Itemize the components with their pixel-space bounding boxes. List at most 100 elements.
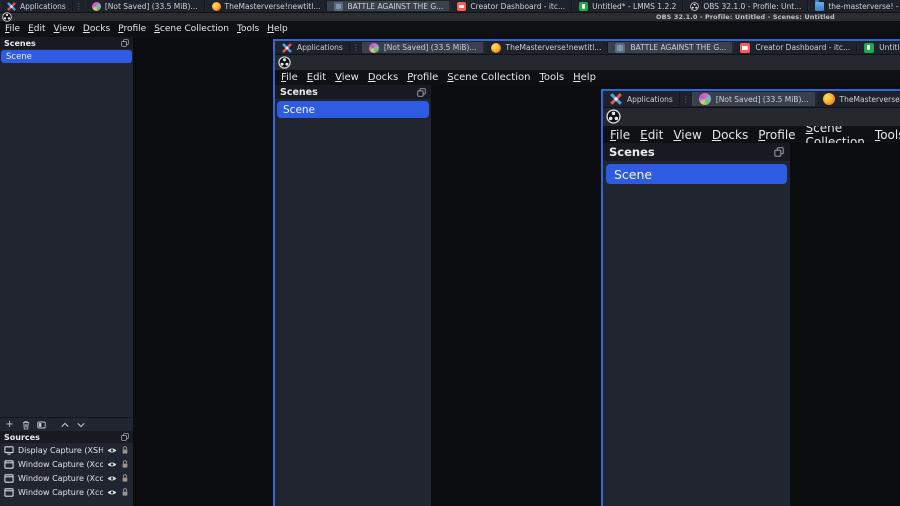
color-wheel-icon (368, 42, 379, 53)
nested1-menu-profile: Profile (407, 72, 439, 83)
source-row-display-capture[interactable]: Display Capture (XSHM) (0, 443, 133, 457)
scenes-dock-title: Scenes (609, 145, 655, 159)
eye-visible-icon[interactable] (107, 461, 117, 468)
window-capture-icon (4, 487, 14, 497)
preview-nested-capture-2[interactable]: Applications ⋮ [Not Saved] (33.5 MiB)...… (601, 89, 900, 506)
nested1-menu-view: View (335, 72, 359, 83)
lmms-icon (864, 42, 875, 53)
nested1-taskbar-item-not-saved: [Not Saved] (33.5 MiB)... (361, 42, 484, 53)
nested1-scenes-list: Scene (275, 99, 431, 506)
taskbar-item-label: TheMasterverse!newtitl... (505, 43, 602, 52)
window-title: OBS 32.1.0 - Profile: Untitled - Scenes:… (656, 13, 835, 21)
nested1-taskbar-item-creator-dashboard: Creator Dashboard - itc... (733, 42, 858, 53)
itch-io-icon (457, 1, 467, 11)
taskbar-item-label: Applications (20, 1, 66, 11)
nested2-menu-bar: File Edit View Docks Profile Scene Colle… (603, 121, 900, 149)
scenes-dock-title: Scenes (280, 86, 318, 98)
taskbar-item-label: [Not Saved] (33.5 MiB)... (104, 1, 198, 11)
menu-bar: File Edit View Docks Profile Scene Colle… (0, 21, 900, 37)
firefox-icon (490, 42, 501, 53)
sources-dock-header: Sources (0, 431, 133, 443)
menu-view[interactable]: View (54, 24, 75, 34)
taskbar-item-label: TheMasterverse!newtitl... (224, 1, 321, 11)
nested2-scene-item-selected: Scene (606, 164, 787, 184)
menu-profile[interactable]: Profile (118, 24, 146, 34)
eye-visible-icon[interactable] (107, 475, 117, 482)
taskbar-item-masterverse[interactable]: TheMasterverse!newtitl... (205, 1, 328, 11)
desktop-taskbar: Applications ⋮ [Not Saved] (33.5 MiB)...… (0, 0, 900, 13)
nested1-scene-item-selected: Scene (277, 101, 429, 118)
source-row-window-capture[interactable]: Window Capture (Xcomposite) (0, 471, 133, 485)
nested2-menu-edit: Edit (640, 127, 664, 142)
eye-visible-icon[interactable] (107, 489, 117, 496)
menu-tools[interactable]: Tools (237, 24, 259, 34)
taskbar-item-label: TheMasterverse!newtitl... (839, 94, 900, 104)
nested2-taskbar: Applications ⋮ [Not Saved] (33.5 MiB)...… (603, 91, 900, 108)
dock-popout-icon[interactable] (121, 433, 129, 441)
taskbar-item-not-saved[interactable]: [Not Saved] (33.5 MiB)... (85, 1, 205, 11)
nested2-taskbar-item-not-saved: [Not Saved] (33.5 MiB)... (691, 92, 816, 106)
firefox-icon (822, 93, 835, 105)
lock-icon[interactable] (121, 473, 129, 483)
lock-icon[interactable] (121, 445, 129, 455)
obs-logo-icon (278, 56, 291, 69)
scene-item-label: Scene (6, 51, 32, 62)
nested1-taskbar-item-lmms: Untitled* - LMMS 1.2.2 (857, 42, 900, 53)
taskbar-item-label: [Not Saved] (33.5 MiB)... (715, 94, 809, 104)
left-dock-column: Scenes Scene + Sources Display Capture (… (0, 37, 133, 506)
scene-item-label: Scene (614, 166, 653, 182)
nested1-menu-edit: Edit (306, 72, 327, 83)
taskbar-item-creator-dashboard[interactable]: Creator Dashboard - itc... (450, 1, 573, 11)
nested2-menu-file: File (610, 127, 631, 142)
nested1-menu-file: File (281, 72, 298, 83)
nested2-menu-profile: Profile (758, 127, 796, 142)
nested2-menu-view: View (673, 127, 702, 142)
eye-visible-icon[interactable] (107, 447, 117, 454)
menu-help[interactable]: Help (267, 24, 288, 34)
menu-scene-collection[interactable]: Scene Collection (154, 24, 229, 34)
taskbar-grip-handle[interactable]: ⋮ (73, 0, 85, 12)
taskbar-item-applications[interactable]: Applications (0, 1, 73, 11)
taskbar-item-file-manager[interactable]: the-masterverse! - Thu... (808, 0, 900, 11)
taskbar-item-label: BATTLE AGAINST THE G... (630, 43, 727, 52)
remove-scene-button[interactable] (20, 419, 31, 430)
itch-io-icon (740, 42, 751, 53)
add-scene-button[interactable]: + (4, 419, 15, 430)
dock-popout-icon[interactable] (121, 39, 129, 47)
obs-logo-icon (2, 12, 12, 22)
nested2-preview-area (790, 143, 900, 506)
scene-filters-button[interactable] (36, 419, 47, 430)
move-scene-down-button[interactable] (75, 419, 86, 430)
move-scene-up-button[interactable] (59, 419, 70, 430)
taskbar-item-label: the-masterverse! - Thu... (828, 1, 900, 11)
source-row-window-capture[interactable]: Window Capture (Xcomposite) (0, 485, 133, 499)
nested1-menu-docks: Docks (367, 72, 399, 83)
sources-dock-title: Sources (4, 432, 40, 442)
source-row-window-capture[interactable]: Window Capture (Xcomposite) (0, 457, 133, 471)
menu-edit[interactable]: Edit (28, 24, 45, 34)
source-label: Window Capture (Xcomposite) (18, 473, 103, 483)
taskbar-item-label: Creator Dashboard - itc... (470, 1, 566, 11)
dock-popout-icon (774, 147, 784, 157)
scenes-dock: Scenes Scene + (0, 37, 133, 431)
taskbar-item-lmms[interactable]: Untitled* - LMMS 1.2.2 (572, 1, 684, 11)
menu-docks[interactable]: Docks (83, 24, 110, 34)
firefox-icon (211, 1, 221, 11)
taskbar-item-label: OBS 32.1.0 - Profile: Unt... (703, 1, 802, 11)
nested1-taskbar: Applications ⋮ [Not Saved] (33.5 MiB)...… (275, 41, 900, 55)
source-label: Window Capture (Xcomposite) (18, 459, 103, 469)
taskbar-item-battle[interactable]: BATTLE AGAINST THE G... (327, 1, 451, 11)
scenes-toolbar: + (0, 417, 133, 431)
menu-file[interactable]: File (5, 24, 20, 34)
scene-item-selected[interactable]: Scene (1, 50, 132, 63)
lock-icon[interactable] (121, 487, 129, 497)
folder-icon (815, 0, 825, 11)
nested2-scenes-dock-header: Scenes (603, 143, 790, 161)
nested2-menu-docks: Docks (711, 127, 749, 142)
taskbar-item-obs[interactable]: OBS 32.1.0 - Profile: Unt... (683, 1, 809, 11)
lmms-icon (579, 1, 589, 11)
sources-list[interactable]: Display Capture (XSHM) Window Capture (X… (0, 443, 133, 506)
scenes-list[interactable]: Scene (0, 49, 133, 417)
nested2-menu-tools: Tools (874, 127, 900, 142)
lock-icon[interactable] (121, 459, 129, 469)
